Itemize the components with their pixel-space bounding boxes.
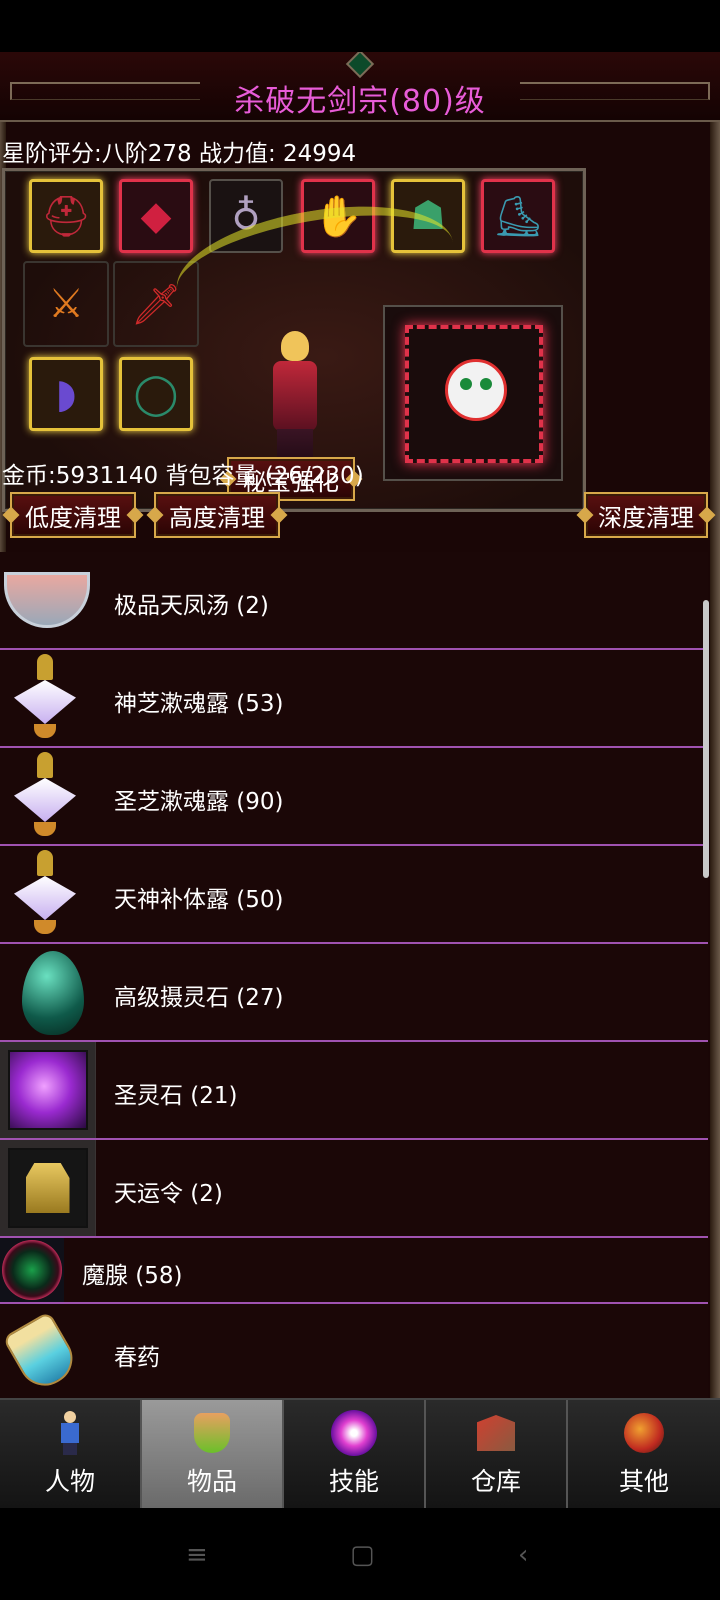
list-item[interactable]: 圣芝漱魂露 (90): [0, 748, 708, 846]
green-stone-icon: [20, 950, 86, 1036]
orb-icon: [0, 1238, 64, 1302]
list-item[interactable]: 极品天凤汤 (2): [0, 552, 708, 650]
weapon-icon: ⚔: [48, 281, 84, 327]
bracer-icon: ◗: [55, 371, 77, 417]
ring-icon: ◯: [133, 371, 179, 417]
list-item[interactable]: 魔腺 (58): [0, 1238, 708, 1304]
tab-label: 其他: [618, 1467, 669, 1496]
home-icon[interactable]: ▢: [350, 1540, 375, 1570]
item-name: 天运令 (2): [114, 1181, 223, 1207]
helmet-icon: ⛑: [40, 193, 92, 240]
potion-bottle-icon: [10, 654, 80, 744]
armor-icon: ◆: [140, 193, 172, 239]
tab-skills[interactable]: 技能: [284, 1400, 426, 1508]
frame-border-right: [710, 122, 720, 1450]
item-name: 天神补体露 (50): [114, 887, 284, 913]
inventory-scrollbar[interactable]: [702, 542, 710, 1398]
item-name: 神芝漱魂露 (53): [114, 691, 284, 717]
equip-slot-ring[interactable]: ◯: [119, 357, 193, 431]
tab-warehouse[interactable]: 仓库: [426, 1400, 568, 1508]
low-cleanup-button[interactable]: 低度清理: [10, 492, 136, 538]
system-nav-bar: ≡ ▢ ‹: [0, 1508, 720, 1600]
item-name: 春药: [114, 1345, 160, 1371]
list-item[interactable]: 神芝漱魂露 (53): [0, 650, 708, 748]
purple-stone-icon: [0, 1042, 96, 1138]
list-item[interactable]: 春药: [0, 1304, 708, 1398]
items-icon: [189, 1410, 235, 1456]
page-title: 杀破无剑宗(80)级: [234, 84, 486, 119]
equip-slot-bracer[interactable]: ◗: [29, 357, 103, 431]
sword-icon: 🗡: [130, 281, 182, 328]
item-name: 圣芝漱魂露 (90): [114, 789, 284, 815]
menu-icon[interactable]: ≡: [186, 1540, 208, 1570]
soup-bowl-icon: [2, 558, 92, 642]
deep-cleanup-button[interactable]: 深度清理: [584, 492, 708, 538]
flask-icon: [2, 1310, 82, 1396]
equip-slot-armor[interactable]: ◆: [119, 179, 193, 253]
warehouse-icon: [473, 1410, 519, 1456]
list-item[interactable]: 天神补体露 (50): [0, 846, 708, 944]
list-item[interactable]: 天运令 (2): [0, 1140, 708, 1238]
rating-power-text: 星阶评分:八阶278 战力值: 24994: [2, 141, 357, 167]
status-bar: [0, 0, 720, 52]
tab-label: 仓库: [470, 1467, 521, 1496]
tab-items[interactable]: 物品: [142, 1400, 284, 1508]
tab-label: 人物: [44, 1467, 95, 1496]
equip-slot-boots[interactable]: ⛸: [481, 179, 555, 253]
game-screen: 杀破无剑宗(80)级 星阶评分:八阶278 战力值: 24994 ⛑ ◆ ♁ ✋…: [0, 52, 720, 1560]
item-name: 高级摄灵石 (27): [114, 985, 284, 1011]
potion-bottle-icon: [10, 850, 80, 940]
fire-pet-icon: [445, 359, 507, 421]
other-icon: [621, 1410, 667, 1456]
list-item[interactable]: 圣灵石 (21): [0, 1042, 708, 1140]
potion-bottle-icon: [10, 752, 80, 842]
tab-label: 物品: [186, 1467, 237, 1496]
equip-slot-weapon[interactable]: ⚔: [23, 261, 109, 347]
character-icon: [47, 1410, 93, 1456]
list-item[interactable]: 高级摄灵石 (27): [0, 944, 708, 1042]
back-icon[interactable]: ‹: [518, 1540, 528, 1570]
token-icon: [0, 1140, 96, 1236]
pet-slot[interactable]: [383, 305, 563, 481]
title-frame: 杀破无剑宗(80)级: [0, 52, 720, 122]
boots-icon: ⛸: [492, 193, 544, 240]
tab-other[interactable]: 其他: [568, 1400, 720, 1508]
gold-bag-capacity-text: 金币:5931140 背包容量 (26/230): [2, 463, 364, 489]
inventory-list[interactable]: 极品天凤汤 (2) 神芝漱魂露 (53) 圣芝漱魂露 (90) 天神补体露 (5…: [0, 552, 708, 1398]
tab-label: 技能: [328, 1467, 379, 1496]
item-name: 魔腺 (58): [82, 1263, 183, 1289]
item-name: 极品天凤汤 (2): [114, 593, 269, 619]
equip-slot-helmet[interactable]: ⛑: [29, 179, 103, 253]
gem-icon: [345, 52, 375, 79]
tab-character[interactable]: 人物: [0, 1400, 142, 1508]
scrollbar-thumb[interactable]: [703, 600, 709, 878]
item-name: 圣灵石 (21): [114, 1083, 238, 1109]
skills-icon: [331, 1410, 377, 1456]
high-cleanup-button[interactable]: 高度清理: [154, 492, 280, 538]
